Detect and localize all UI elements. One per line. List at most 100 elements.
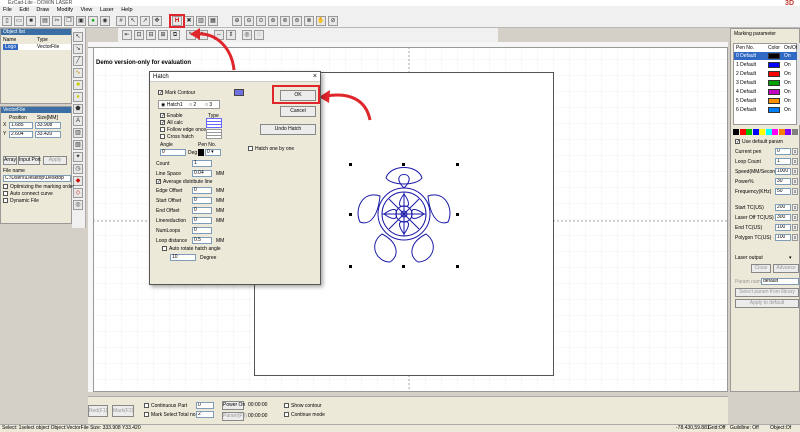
hatch-type-unidirectional[interactable]	[206, 118, 222, 128]
line-space-unit: MM	[216, 171, 225, 177]
show-contour-checkbox[interactable]: Show contour	[284, 403, 322, 409]
pen-row[interactable]: 6 Default On	[734, 106, 797, 114]
param-field-value[interactable]: 300	[775, 214, 791, 221]
palette-swatch[interactable]	[785, 129, 791, 135]
palette-swatch[interactable]	[765, 129, 772, 135]
mark-button[interactable]: Mark(F2)	[112, 405, 134, 417]
pen-onoff[interactable]: On	[784, 107, 791, 113]
line-reduction-field[interactable]: 0	[192, 217, 212, 224]
mark-select-checkbox[interactable]: Mark Select	[144, 412, 177, 418]
marking-parameter-title: Marking parameter	[731, 29, 799, 39]
pen-onoff[interactable]: On	[784, 98, 791, 104]
pen-row[interactable]: 0 Default On	[734, 52, 797, 60]
pen-row[interactable]: 3 Default On	[734, 79, 797, 87]
auto-rotate-checkbox[interactable]: Auto rotate hatch angle	[162, 246, 221, 252]
power-on-button[interactable]: Power On	[222, 401, 245, 410]
enable-checkbox[interactable]: ✓ Enable	[160, 113, 183, 119]
param-field-value[interactable]: 30	[775, 178, 791, 185]
palette-swatch[interactable]	[746, 129, 752, 135]
pen-row[interactable]: 5 Default On	[734, 97, 797, 105]
pen-color-swatch	[768, 89, 780, 95]
pen-row[interactable]: 2 Default On	[734, 70, 797, 78]
num-loops-field[interactable]: 0	[192, 227, 212, 234]
edge-offset-field[interactable]: 0	[192, 187, 212, 194]
pen-no-select[interactable]: 0 ▾	[205, 149, 221, 156]
param-field-value[interactable]: 50	[775, 188, 791, 195]
palette-swatch[interactable]	[791, 129, 798, 135]
pen-color-swatch	[768, 98, 780, 104]
pen-onoff[interactable]: On	[784, 80, 791, 86]
apply-default-button[interactable]: Apply to default	[735, 299, 799, 308]
spinner-icon[interactable]: ⇕	[792, 158, 798, 165]
spinner-icon[interactable]: ⇕	[792, 168, 798, 175]
cross-hatch-checkbox[interactable]: Cross hatch	[160, 134, 194, 140]
close-button[interactable]: Close	[751, 264, 771, 273]
expand-icon[interactable]: ▾	[789, 255, 792, 261]
param-field-value[interactable]: 200	[775, 204, 791, 211]
average-distribute-checkbox[interactable]: ✓ Average distribute line	[156, 179, 212, 185]
param-time: 00:00:00	[248, 413, 268, 419]
mark-contour-checkbox[interactable]: ✓ Mark Contour	[158, 90, 195, 96]
total-field[interactable]: 2	[196, 411, 214, 418]
tab-hatch1[interactable]: ◉ Hatch1	[161, 102, 183, 108]
pen-row[interactable]: 4 Default On	[734, 88, 797, 96]
param-field-value[interactable]: 0	[775, 148, 791, 155]
spinner-icon[interactable]: ⇕	[792, 178, 798, 185]
pen-onoff[interactable]: On	[784, 71, 791, 77]
palette-swatch[interactable]	[752, 129, 759, 135]
palette-swatch[interactable]	[739, 129, 746, 135]
spinner-icon[interactable]: ⇕	[792, 224, 798, 231]
red-button[interactable]: Red(F1)	[88, 405, 108, 417]
param-field-value[interactable]: 100	[775, 224, 791, 231]
param-name-field[interactable]: default	[761, 278, 799, 285]
hatch-type-bidirectional[interactable]	[206, 129, 222, 139]
param-field-value[interactable]: 100	[775, 234, 791, 241]
contour-color-swatch[interactable]	[234, 89, 244, 96]
palette-swatch[interactable]	[733, 129, 739, 135]
line-reduction-unit: MM	[216, 218, 225, 224]
marking-parameter-panel: Marking parameter Pen No. Color On/Off 0…	[730, 28, 800, 392]
pen-row[interactable]: 1 Default On	[734, 61, 797, 69]
pen-color-swatch	[768, 80, 780, 86]
all-calc-checkbox[interactable]: ✓ All calc	[160, 120, 183, 126]
spinner-icon[interactable]: ⇕	[792, 234, 798, 241]
count-field[interactable]: 1	[192, 160, 212, 167]
end-offset-field[interactable]: 0	[192, 207, 212, 214]
tab-hatch3[interactable]: ○ 3	[205, 102, 212, 108]
tab-hatch2[interactable]: ○ 2	[189, 102, 196, 108]
pen-onoff[interactable]: On	[784, 89, 791, 95]
param-field-value[interactable]: 1	[775, 158, 791, 165]
close-icon[interactable]: ×	[313, 73, 317, 80]
advance-button[interactable]: Advance	[773, 264, 799, 273]
continue-mode-checkbox[interactable]: Continue mode	[284, 412, 325, 418]
spinner-icon[interactable]: ⇕	[792, 214, 798, 221]
continuous-checkbox[interactable]: Continuous	[144, 403, 176, 409]
start-offset-field[interactable]: 0	[192, 197, 212, 204]
palette-swatch[interactable]	[772, 129, 778, 135]
param-field-value[interactable]: 1000	[775, 168, 791, 175]
use-default-checkbox[interactable]: ✓ Use default param	[735, 139, 783, 145]
param-button[interactable]: Param(F3)	[222, 412, 247, 421]
edge-offset-label: Edge Offset	[156, 188, 183, 194]
hatch-one-by-one-checkbox[interactable]: Hatch one by one	[248, 146, 294, 152]
loop-distance-field[interactable]: 0.5	[192, 237, 212, 244]
param-field-label: Laser Off TC(US)	[735, 215, 774, 221]
pen-onoff[interactable]: On	[784, 53, 791, 59]
line-space-field[interactable]: 0.04	[192, 170, 212, 177]
cancel-button[interactable]: Cancel	[280, 106, 316, 117]
spinner-icon[interactable]: ⇕	[792, 204, 798, 211]
spinner-icon[interactable]: ⇕	[792, 188, 798, 195]
pen-name: 2 Default	[736, 71, 757, 77]
part-field[interactable]: 0	[196, 402, 214, 409]
follow-edge-checkbox[interactable]: Follow edge once	[160, 127, 206, 133]
pen-name: 5 Default	[736, 98, 757, 104]
select-param-button[interactable]: Select param from library	[735, 288, 799, 297]
angle-field[interactable]: 0	[160, 149, 186, 156]
spinner-icon[interactable]: ⇕	[792, 148, 798, 155]
undo-hatch-button[interactable]: Undo Hatch	[260, 124, 316, 135]
pen-onoff[interactable]: On	[784, 62, 791, 68]
palette-swatch[interactable]	[759, 129, 765, 135]
rotate-angle-field[interactable]: 10	[170, 254, 196, 261]
line-space-label: Line Space	[156, 171, 182, 177]
palette-swatch[interactable]	[778, 129, 785, 135]
